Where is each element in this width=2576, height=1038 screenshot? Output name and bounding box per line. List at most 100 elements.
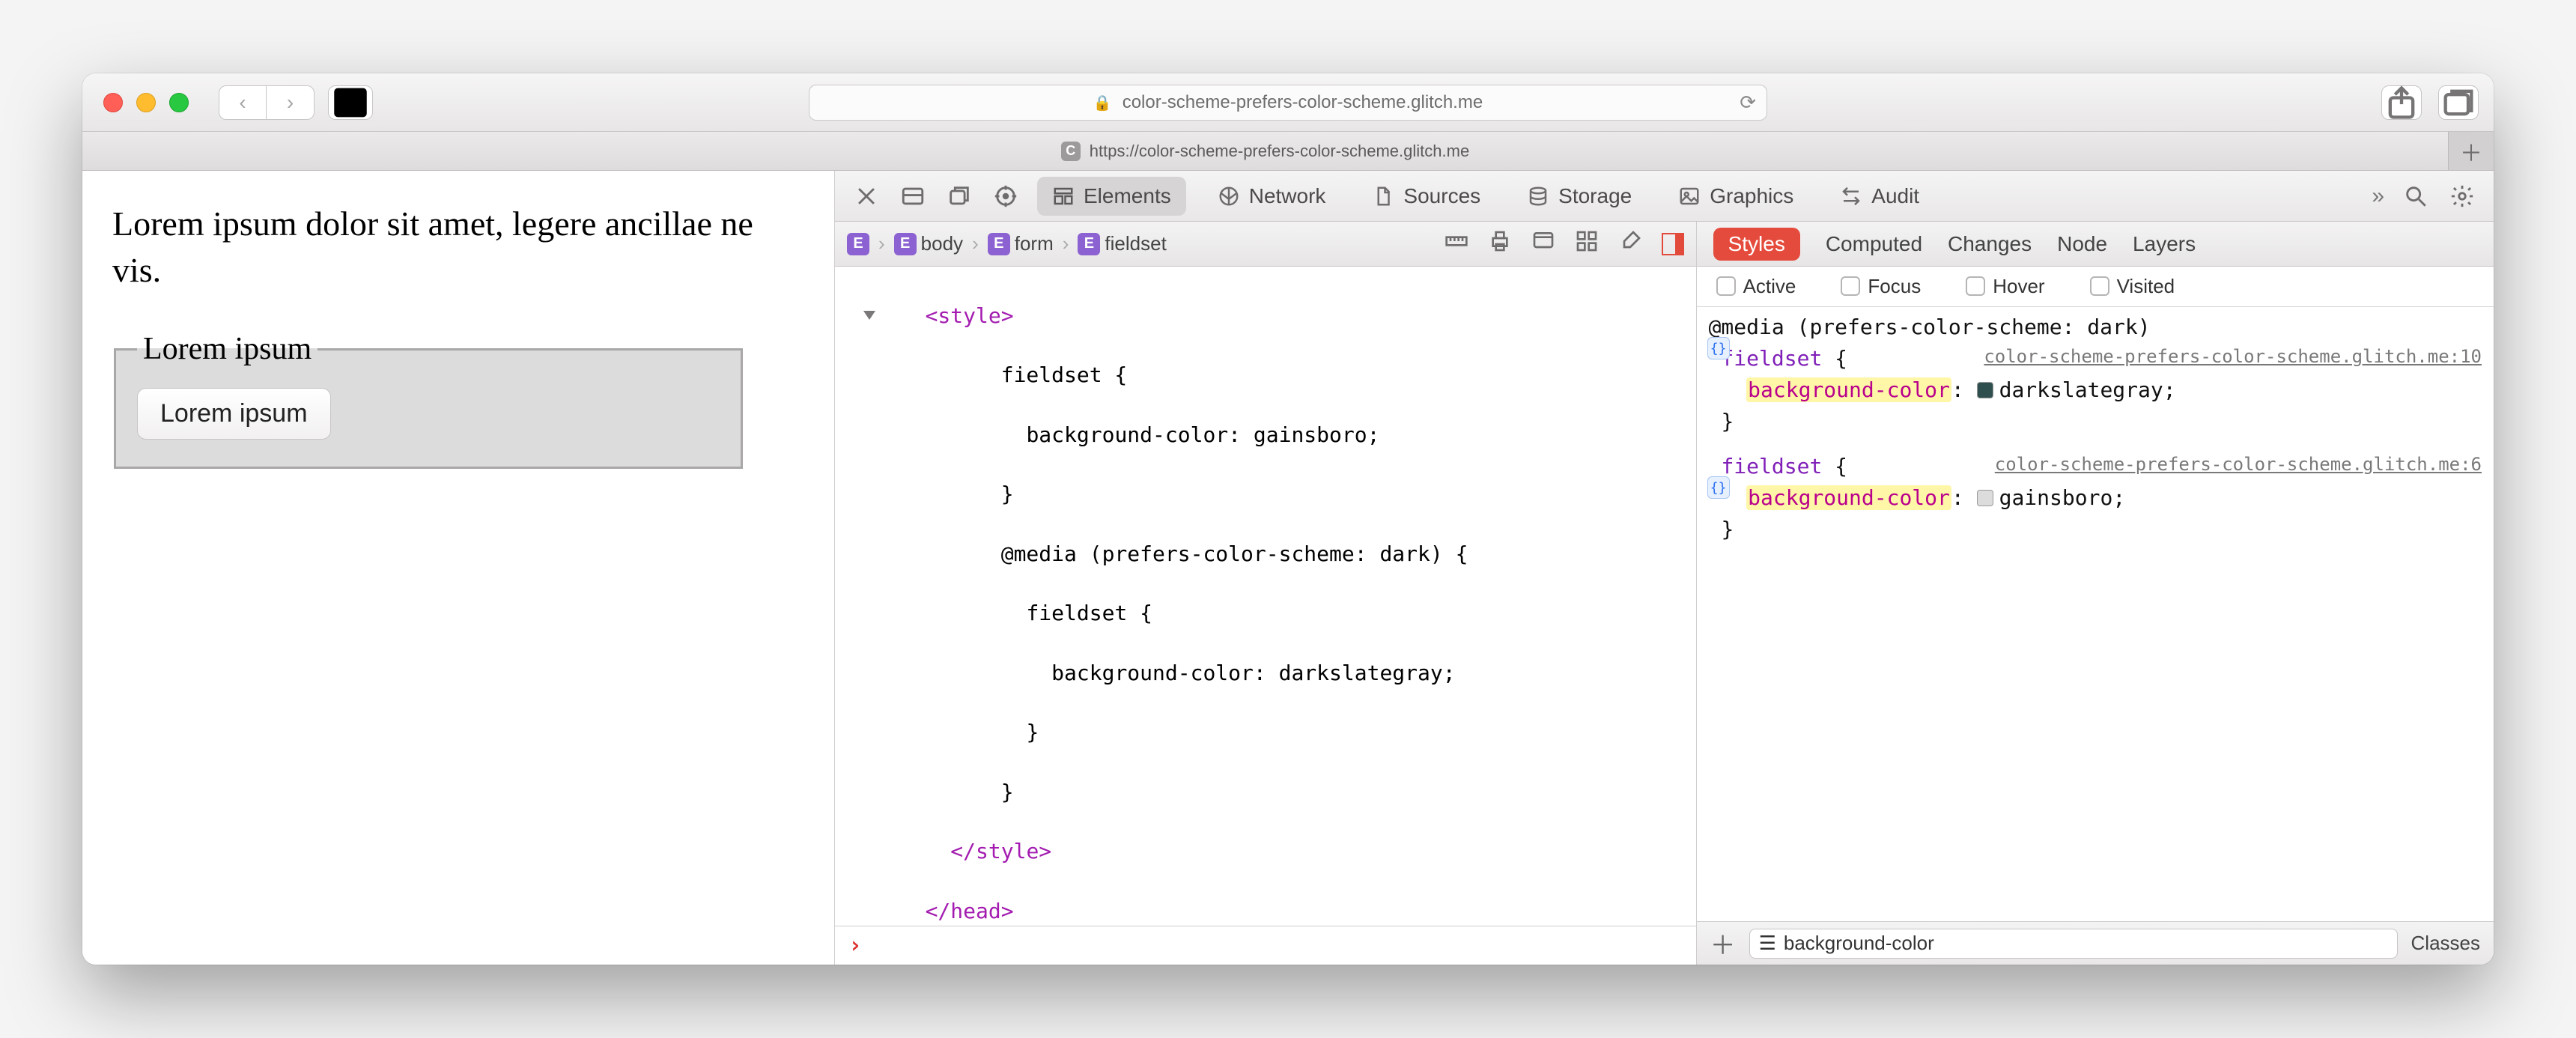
devtools-toolbar: Elements Network Sources Storage Graphic… xyxy=(835,171,2494,222)
source-link[interactable]: color-scheme-prefers-color-scheme.glitch… xyxy=(1995,451,2482,478)
dom-text: } xyxy=(1026,720,1039,744)
ruler-icon[interactable] xyxy=(1445,229,1468,258)
minimize-window-button[interactable] xyxy=(136,93,156,112)
new-tab-button[interactable]: ＋ xyxy=(2449,132,2494,170)
css-rule-block[interactable]: @media (prefers-color-scheme: dark) {} c… xyxy=(1709,312,2482,437)
color-swatch-icon[interactable] xyxy=(1977,490,1993,506)
browser-tab[interactable]: C https://color-scheme-prefers-color-sch… xyxy=(82,132,2449,170)
color-swatch-icon[interactable] xyxy=(1977,382,1993,398)
styles-tab-styles[interactable]: Styles xyxy=(1713,228,1800,261)
tab-storage[interactable]: Storage xyxy=(1512,177,1647,216)
checkbox-icon[interactable] xyxy=(2090,276,2109,296)
styles-tab-node[interactable]: Node xyxy=(2057,232,2107,256)
tab-elements[interactable]: Elements xyxy=(1037,177,1186,216)
more-tabs-button[interactable]: » xyxy=(2372,183,2384,209)
styles-tab-layers[interactable]: Layers xyxy=(2133,232,2196,256)
popout-button[interactable] xyxy=(944,181,974,211)
crumb-fieldset[interactable]: fieldset xyxy=(1105,232,1166,255)
filter-icon: ☰ xyxy=(1759,932,1776,955)
dom-node[interactable]: </style> xyxy=(950,839,1051,864)
tab-graphics[interactable]: Graphics xyxy=(1663,177,1808,216)
pseudo-focus[interactable]: Focus xyxy=(1841,275,1921,298)
styles-panel: Styles Computed Changes Node Layers Acti… xyxy=(1697,222,2494,965)
dom-text: } xyxy=(1001,482,1014,506)
tab-sources[interactable]: Sources xyxy=(1357,177,1495,216)
css-value[interactable]: gainsboro xyxy=(1999,485,2113,510)
dom-text: fieldset { xyxy=(1026,601,1152,625)
pseudo-visited[interactable]: Visited xyxy=(2090,275,2175,298)
dom-node[interactable]: </head> xyxy=(926,899,1014,923)
dom-text: background-color: gainsboro; xyxy=(1026,422,1379,447)
forward-button[interactable]: › xyxy=(267,85,315,120)
add-rule-button[interactable]: ＋ xyxy=(1710,925,1736,962)
css-rules[interactable]: @media (prefers-color-scheme: dark) {} c… xyxy=(1697,307,2494,921)
styles-tab-computed[interactable]: Computed xyxy=(1826,232,1922,256)
checkbox-icon[interactable] xyxy=(1841,276,1860,296)
dom-node[interactable]: <style> xyxy=(926,303,1014,328)
css-value[interactable]: darkslategray xyxy=(1999,377,2163,402)
stylesheet-icon[interactable]: {} xyxy=(1707,337,1730,359)
filter-value: background-color xyxy=(1784,932,1934,955)
address-bar[interactable]: color-scheme-prefers-color-scheme.glitch… xyxy=(809,85,1767,121)
classes-toggle-button[interactable]: Classes xyxy=(2411,932,2480,955)
pseudo-active[interactable]: Active xyxy=(1716,275,1796,298)
page-button[interactable]: Lorem ipsum xyxy=(137,388,331,440)
checkbox-icon[interactable] xyxy=(1966,276,1985,296)
close-devtools-button[interactable] xyxy=(851,181,881,211)
dom-text: fieldset { xyxy=(1001,362,1128,387)
page-fieldset: Lorem ipsum Lorem ipsum xyxy=(114,331,743,469)
search-devtools-button[interactable] xyxy=(2401,181,2431,211)
styles-footer: ＋ ☰ background-color Classes xyxy=(1697,921,2494,965)
share-button[interactable] xyxy=(2381,85,2422,120)
pseudo-hover[interactable]: Hover xyxy=(1966,275,2044,298)
console-prompt[interactable]: › xyxy=(835,926,1696,965)
device-icon[interactable] xyxy=(1531,229,1555,258)
close-window-button[interactable] xyxy=(103,93,123,112)
content-area: Lorem ipsum dolor sit amet, legere ancil… xyxy=(82,171,2494,965)
element-badge-icon: E xyxy=(988,233,1010,255)
tab-audit[interactable]: Audit xyxy=(1825,177,1934,216)
grid-icon[interactable] xyxy=(1575,229,1599,258)
crumb-form[interactable]: form xyxy=(1015,232,1054,255)
devtools-settings-button[interactable] xyxy=(2447,181,2477,211)
inspect-element-button[interactable] xyxy=(991,181,1021,211)
dom-text: } xyxy=(1001,780,1014,804)
tab-bar: C https://color-scheme-prefers-color-sch… xyxy=(82,132,2494,171)
back-button[interactable]: ‹ xyxy=(219,85,267,120)
dom-text: @media (prefers-color-scheme: dark) { xyxy=(1001,541,1468,566)
styles-panel-toggle-icon[interactable] xyxy=(1662,233,1684,255)
styles-tab-changes[interactable]: Changes xyxy=(1948,232,2032,256)
reload-button[interactable]: ⟳ xyxy=(1740,91,1756,114)
tab-network[interactable]: Network xyxy=(1203,177,1341,216)
dom-text: background-color: darkslategray; xyxy=(1051,661,1455,685)
elements-panel: E › E body › E form › E fieldset xyxy=(835,222,1697,965)
sidebar-toggle-button[interactable] xyxy=(328,85,373,120)
css-rule-block[interactable]: {} color-scheme-prefers-color-scheme.gli… xyxy=(1709,451,2482,545)
devtools: Elements Network Sources Storage Graphic… xyxy=(835,171,2494,965)
lock-icon xyxy=(1093,92,1112,113)
crumb-body[interactable]: body xyxy=(921,232,963,255)
titlebar: ‹ › color-scheme-prefers-color-scheme.gl… xyxy=(82,73,2494,132)
page-paragraph: Lorem ipsum dolor sit amet, legere ancil… xyxy=(112,201,804,294)
css-selector: fieldset xyxy=(1721,454,1822,479)
paintbrush-icon[interactable] xyxy=(1618,229,1642,258)
dock-side-button[interactable] xyxy=(898,181,928,211)
tab-graphics-label: Graphics xyxy=(1710,184,1793,208)
css-property[interactable]: background-color xyxy=(1746,377,1951,402)
maximize-window-button[interactable] xyxy=(169,93,189,112)
css-property[interactable]: background-color xyxy=(1746,485,1951,510)
tab-audit-label: Audit xyxy=(1871,184,1919,208)
stylesheet-icon[interactable]: {} xyxy=(1707,476,1730,499)
favicon-icon: C xyxy=(1061,142,1081,161)
dom-breadcrumbs: E › E body › E form › E fieldset xyxy=(835,222,1696,267)
print-icon[interactable] xyxy=(1488,229,1512,258)
tab-network-label: Network xyxy=(1249,184,1326,208)
styles-filter-input[interactable]: ☰ background-color xyxy=(1749,929,2398,959)
dom-tree[interactable]: <style> fieldset { background-color: gai… xyxy=(835,267,1696,926)
rendered-page: Lorem ipsum dolor sit amet, legere ancil… xyxy=(82,171,835,965)
media-query-text: @media (prefers-color-scheme: dark) xyxy=(1709,315,2151,339)
tabs-overview-button[interactable] xyxy=(2438,85,2479,120)
source-link[interactable]: color-scheme-prefers-color-scheme.glitch… xyxy=(1984,343,2482,370)
checkbox-icon[interactable] xyxy=(1716,276,1736,296)
tab-title: https://color-scheme-prefers-color-schem… xyxy=(1090,142,1469,161)
